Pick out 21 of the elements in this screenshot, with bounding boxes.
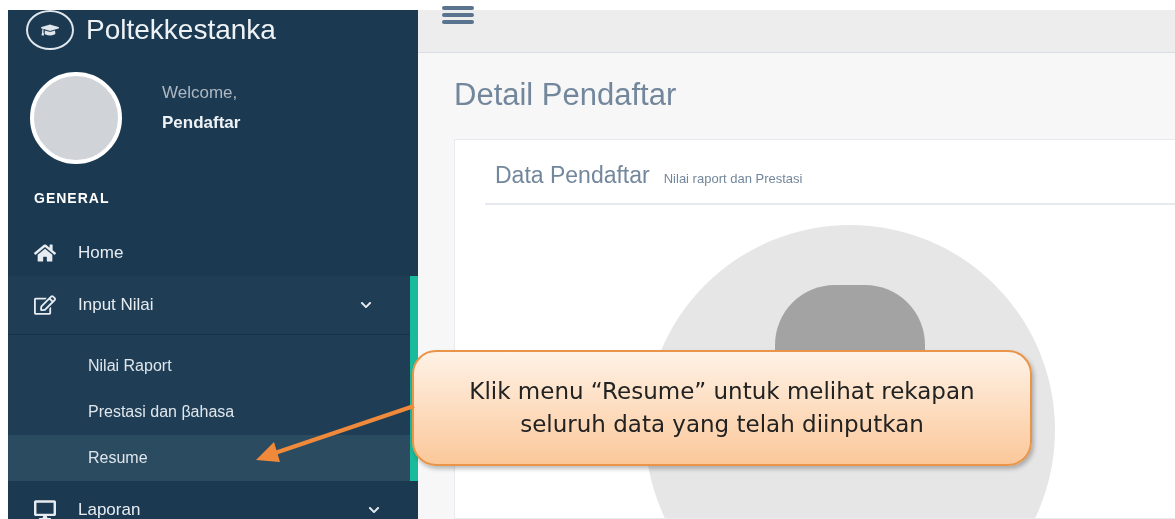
- graduation-cap-logo-icon: [26, 10, 74, 50]
- user-name: Pendaftar: [162, 113, 241, 133]
- callout-text: Klik menu “Resume” untuk melihat rekapan seluruh data yang telah diinputkan: [468, 377, 976, 439]
- menu-icon[interactable]: [442, 6, 474, 24]
- monitor-icon: [34, 499, 56, 519]
- menu-item[interactable]: Home: [8, 230, 418, 276]
- chevron-down-icon: [360, 299, 372, 311]
- submenu-item[interactable]: Prestasi dan βahasa: [8, 389, 410, 435]
- submenu-item[interactable]: Resume: [8, 435, 410, 481]
- card-title: Data Pendaftar: [495, 162, 650, 189]
- card-subtitle: Nilai raport dan Prestasi: [663, 171, 803, 186]
- home-icon: [34, 242, 56, 264]
- section-heading: GENERAL: [33, 189, 111, 206]
- menu-item[interactable]: Input Nilai: [8, 276, 410, 335]
- brand-title: Poltekkestanka: [86, 14, 276, 46]
- submenu-item[interactable]: Nilai Raport: [8, 343, 410, 389]
- menu-item[interactable]: Laporan: [8, 481, 418, 519]
- page-title: Detail Pendaftar: [454, 77, 678, 113]
- chevron-down-icon: [368, 504, 380, 516]
- welcome-text: Welcome,: [162, 83, 239, 103]
- edit-icon: [34, 294, 56, 316]
